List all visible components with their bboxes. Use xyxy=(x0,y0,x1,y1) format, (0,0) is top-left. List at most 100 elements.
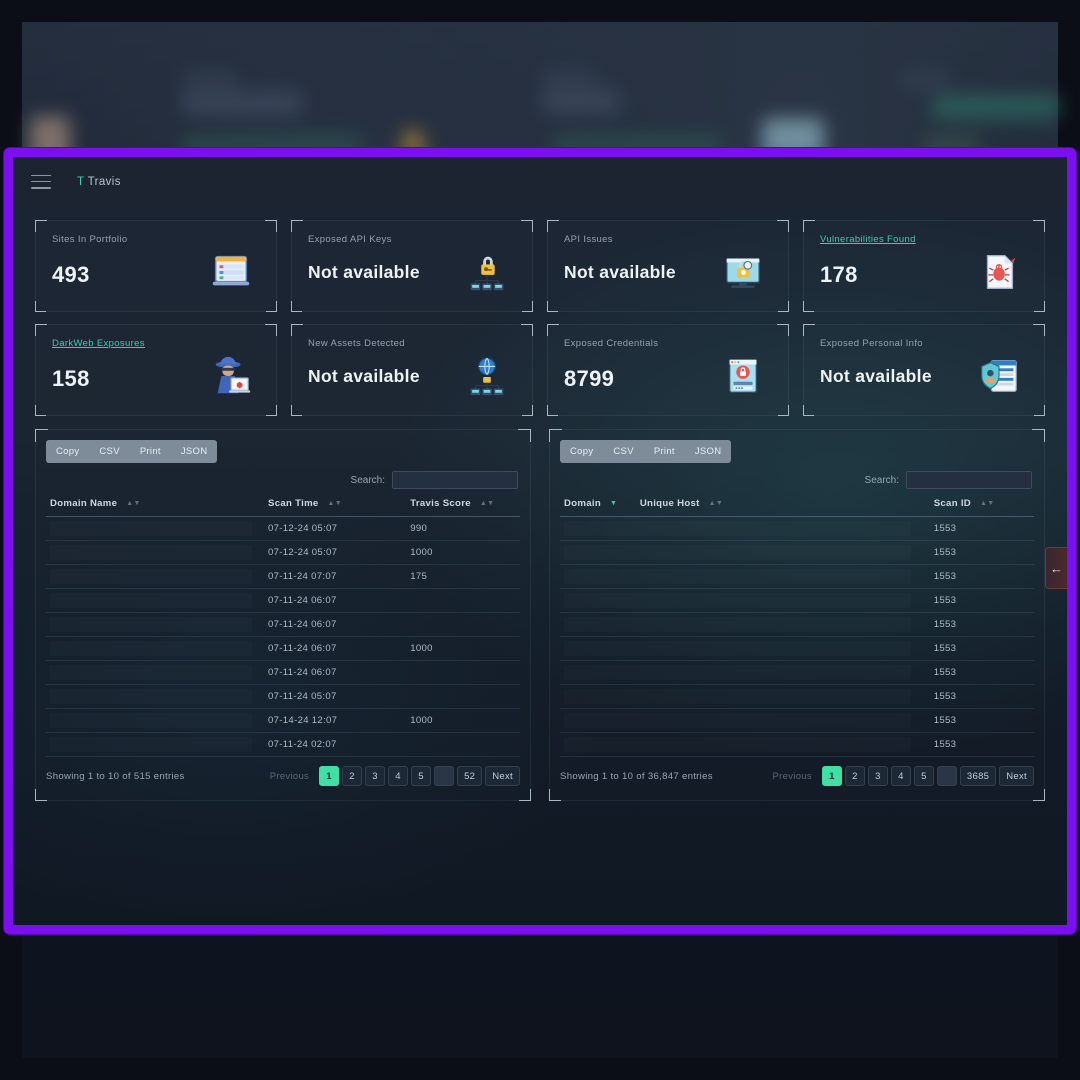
pagination-page-1[interactable]: 1 xyxy=(319,766,340,786)
pagination-next[interactable]: Next xyxy=(999,766,1034,786)
pagination-page-5[interactable]: 5 xyxy=(411,766,432,786)
column-scan-time[interactable]: Scan Time ▲▼ xyxy=(264,498,407,517)
pagination-page-3685[interactable]: 3685 xyxy=(959,766,997,786)
table-row[interactable]: 1553 xyxy=(560,636,1034,661)
table-cell-redacted xyxy=(406,732,520,757)
table-row[interactable]: 07-12-24 05:07 990 xyxy=(46,516,520,541)
print-button[interactable]: Print xyxy=(130,440,171,463)
table-cell: 1000 xyxy=(406,636,520,661)
table-cell-redacted xyxy=(46,564,265,589)
table-cell: 1553 xyxy=(929,708,1034,733)
kpi-card-exposed-api-keys[interactable]: Exposed API Keys Not available xyxy=(291,220,533,312)
table-row[interactable]: 1553 xyxy=(560,708,1034,733)
pagination-page-2[interactable]: 2 xyxy=(844,766,865,786)
redacted-value xyxy=(50,545,252,560)
table-cell: 07-12-24 05:07 xyxy=(264,516,407,541)
table-row[interactable]: 1553 xyxy=(560,660,1034,685)
pagination-page-2[interactable]: 2 xyxy=(342,766,363,786)
column-domain-name[interactable]: Domain Name ▲▼ xyxy=(46,498,265,517)
kpi-label-link[interactable]: Vulnerabilities Found xyxy=(820,234,1028,245)
redacted-value xyxy=(50,569,252,584)
json-button[interactable]: JSON xyxy=(171,440,218,463)
pagination-page-4[interactable]: 4 xyxy=(890,766,911,786)
table-cell: 1553 xyxy=(929,636,1034,661)
csv-button[interactable]: CSV xyxy=(603,440,643,463)
export-buttons-left: Copy CSV Print JSON xyxy=(46,440,218,463)
column-unique-host[interactable]: Unique Host ▲▼ xyxy=(635,498,930,517)
pagination-page-3[interactable]: 3 xyxy=(867,766,888,786)
hosts-table: Domain ▼ Unique Host ▲▼ Scan ID ▲▼ 1553 1… xyxy=(560,498,1034,757)
table-row[interactable]: 07-11-24 06:07 1000 xyxy=(46,636,520,661)
table-cell: 1000 xyxy=(406,540,520,565)
column-domain[interactable]: Domain ▼ xyxy=(560,498,636,517)
table-cell-redacted xyxy=(560,516,930,541)
table-cell: 07-11-24 06:07 xyxy=(264,660,407,685)
redacted-value xyxy=(564,641,911,656)
kpi-card-vulnerabilities-found[interactable]: Vulnerabilities Found 178 xyxy=(803,220,1045,312)
kpi-card-exposed-personal-info[interactable]: Exposed Personal Info Not available xyxy=(803,324,1045,416)
table-cell: 175 xyxy=(406,564,520,589)
table-row[interactable]: 1553 xyxy=(560,732,1034,757)
pagination-page-5[interactable]: 5 xyxy=(913,766,934,786)
pagination-next[interactable]: Next xyxy=(485,766,520,786)
sort-icon: ▲▼ xyxy=(327,499,342,507)
pagination-previous[interactable]: Previous xyxy=(766,766,819,786)
table-cell-redacted xyxy=(560,588,930,613)
domains-table: Domain Name ▲▼ Scan Time ▲▼ Travis Score… xyxy=(46,498,520,757)
table-row[interactable]: 07-11-24 06:07 xyxy=(46,588,520,613)
table-row[interactable]: 07-11-24 06:07 xyxy=(46,660,520,685)
kpi-label-link[interactable]: DarkWeb Exposures xyxy=(52,338,260,349)
table-row[interactable]: 1553 xyxy=(560,564,1034,589)
kpi-card-darkweb-exposures[interactable]: DarkWeb Exposures 158 xyxy=(35,324,277,416)
table-row[interactable]: 1553 xyxy=(560,588,1034,613)
collapse-panel-handle[interactable]: ← xyxy=(1045,547,1067,589)
pagination-previous[interactable]: Previous xyxy=(263,766,316,786)
pagination-page-1[interactable]: 1 xyxy=(821,766,842,786)
redacted-value xyxy=(564,617,911,632)
table-row[interactable]: 07-11-24 07:07 175 xyxy=(46,564,520,589)
hacker-spy-laptop-icon xyxy=(215,356,251,394)
kpi-label: New Assets Detected xyxy=(308,338,405,349)
print-button[interactable]: Print xyxy=(644,440,685,463)
table-cell-redacted xyxy=(46,540,265,565)
hamburger-menu-icon[interactable] xyxy=(31,174,51,189)
copy-button[interactable]: Copy xyxy=(560,440,603,463)
api-lock-gear-monitor-icon xyxy=(725,257,761,288)
search-row-left: Search: xyxy=(46,471,520,489)
table-row[interactable]: 07-11-24 05:07 xyxy=(46,684,520,709)
table-row[interactable]: 07-11-24 02:07 xyxy=(46,732,520,757)
pagination-page-4[interactable]: 4 xyxy=(388,766,409,786)
pagination-ellipsis[interactable] xyxy=(434,766,455,786)
table-row[interactable]: 1553 xyxy=(560,684,1034,709)
search-input-right[interactable] xyxy=(906,471,1032,489)
kpi-card-api-issues[interactable]: API Issues Not available xyxy=(547,220,789,312)
pagination-page-52[interactable]: 52 xyxy=(457,766,483,786)
json-button[interactable]: JSON xyxy=(685,440,732,463)
table-row[interactable]: 07-14-24 12:07 1000 xyxy=(46,708,520,733)
table-cell: 07-11-24 05:07 xyxy=(264,684,407,709)
sort-icon: ▲▼ xyxy=(979,499,995,507)
copy-button[interactable]: Copy xyxy=(46,440,89,463)
table-row[interactable]: 1553 xyxy=(560,540,1034,565)
table-row[interactable]: 1553 xyxy=(560,516,1034,541)
pagination-ellipsis[interactable] xyxy=(936,766,957,786)
kpi-card-sites-in-portfolio[interactable]: Sites In Portfolio 493 xyxy=(35,220,277,312)
csv-button[interactable]: CSV xyxy=(89,440,129,463)
kpi-card-new-assets-detected[interactable]: New Assets Detected Not available xyxy=(291,324,533,416)
table-cell-redacted xyxy=(46,684,265,709)
column-scan-id[interactable]: Scan ID ▲▼ xyxy=(929,498,1034,517)
table-row[interactable]: 07-12-24 05:07 1000 xyxy=(46,540,520,565)
credentials-lock-form-icon xyxy=(728,358,758,394)
search-input-left[interactable] xyxy=(392,471,518,489)
kpi-card-exposed-credentials[interactable]: Exposed Credentials 8799 xyxy=(547,324,789,416)
search-row-right: Search: xyxy=(560,471,1034,489)
table-cell: 1553 xyxy=(929,516,1034,541)
table-row[interactable]: 07-11-24 06:07 xyxy=(46,612,520,637)
table-cell-redacted xyxy=(46,612,265,637)
pagination-left: Previous 1 2 3 4 5 52 Next xyxy=(263,766,520,786)
redacted-value xyxy=(564,713,911,728)
brand-logo[interactable]: T Travis xyxy=(77,176,121,188)
pagination-page-3[interactable]: 3 xyxy=(365,766,386,786)
column-travis-score[interactable]: Travis Score ▲▼ xyxy=(406,498,520,517)
table-row[interactable]: 1553 xyxy=(560,612,1034,637)
